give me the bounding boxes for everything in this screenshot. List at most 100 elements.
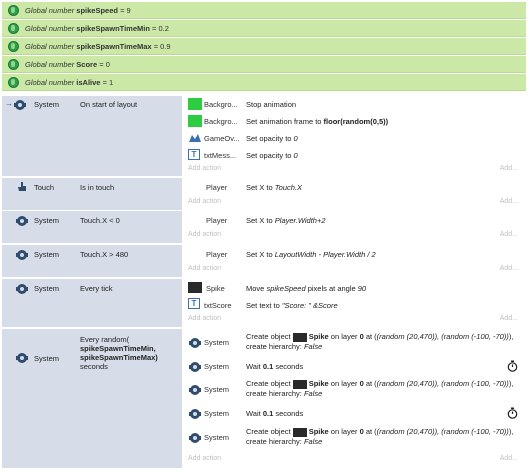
action-text: Create object Spike on layer 0 at ((rand…	[246, 332, 514, 351]
event-block-every-tick[interactable]: System Every tick Spike Move spikeSpeed …	[2, 279, 526, 327]
global-var-row[interactable]: Global number spikeSpawnTimeMin = 0.2	[2, 20, 526, 37]
action-text: Set animation frame to floor(random(0,5)…	[246, 117, 389, 126]
system-icon	[189, 362, 201, 372]
add-action-link[interactable]: Add action	[188, 231, 221, 238]
condition-object: System	[34, 100, 60, 109]
action-row[interactable]: System Create object Spike on layer 0 at…	[184, 376, 526, 403]
action-row[interactable]: Backgro... Stop animation	[184, 96, 526, 112]
sprite-icon	[188, 98, 202, 110]
globe-icon	[8, 22, 19, 34]
action-object: Backgro...	[204, 100, 238, 109]
system-icon	[16, 250, 28, 260]
action-row[interactable]: T txtScore Set text to "Score: " &Score	[184, 296, 526, 313]
action-row[interactable]: T txtMess... Set opacity to 0	[184, 147, 526, 163]
action-text: Set X to Player.Width+2	[246, 216, 326, 225]
action-text: Set X to Touch.X	[246, 183, 303, 192]
add-action-row[interactable]: Add action Add...	[184, 263, 526, 276]
action-text: Set text to "Score: " &Score	[246, 301, 338, 310]
global-var-name: isAlive	[76, 77, 101, 87]
action-row[interactable]: Spike Move spikeSpeed pixels at angle 90	[184, 279, 526, 296]
action-object: Player	[206, 216, 228, 225]
system-icon	[16, 284, 28, 294]
action-text: Create object Spike on layer 0 at ((rand…	[246, 427, 514, 446]
arrow-icon: →	[5, 99, 13, 108]
global-var-value: = 0	[99, 59, 110, 69]
global-var-row[interactable]: Global number spikeSpeed = 9	[2, 2, 526, 19]
add-link[interactable]: Add...	[500, 165, 518, 172]
condition-text: Every tick	[80, 284, 113, 293]
event-block-touch[interactable]: Touch Is in touch Player Set X to Touch.…	[2, 178, 526, 210]
timer-icon	[507, 407, 518, 419]
spike-sprite-icon	[292, 379, 307, 389]
add-link[interactable]: Add...	[500, 265, 518, 272]
global-var-value: = 0.2	[152, 23, 169, 33]
spike-sprite-icon	[188, 282, 202, 293]
global-var-row[interactable]: Global number Score = 0	[2, 56, 526, 73]
event-block-start-layout[interactable]: → System On start of layout Backgro... S…	[2, 96, 526, 176]
action-object: Backgro...	[204, 117, 238, 126]
action-row[interactable]: System Wait 0.1 seconds	[184, 358, 526, 375]
add-action-link[interactable]: Add action	[188, 198, 221, 205]
condition-object: System	[34, 284, 60, 293]
global-var-prefix: Global number	[25, 77, 75, 87]
add-action-row[interactable]: Add action Add...	[184, 163, 526, 176]
global-var-row[interactable]: Global number spikeSpawnTimeMax = 0.9	[2, 38, 526, 55]
action-object: System	[204, 409, 230, 418]
global-var-name: spikeSpawnTimeMax	[76, 41, 152, 51]
action-text: Set X to LayoutWidth - Player.Width / 2	[246, 250, 376, 259]
add-action-link[interactable]: Add action	[188, 165, 221, 172]
action-row[interactable]: Backgro... Set animation frame to floor(…	[184, 113, 526, 129]
add-action-link[interactable]: Add action	[188, 315, 221, 322]
action-text: Stop animation	[246, 100, 297, 109]
action-object: System	[204, 338, 230, 347]
globe-icon	[8, 4, 19, 16]
add-action-link[interactable]: Add action	[188, 265, 221, 272]
action-row[interactable]: Player Set X to Player.Width+2	[184, 211, 526, 228]
add-link[interactable]: Add...	[500, 231, 518, 238]
condition-text: Is in touch	[80, 183, 115, 192]
global-var-name: spikeSpawnTimeMin	[76, 23, 150, 33]
global-var-value: = 0.9	[153, 41, 171, 51]
add-action-row[interactable]: Add action Add...	[184, 453, 526, 466]
system-icon	[189, 433, 201, 443]
system-icon	[16, 216, 28, 226]
action-row[interactable]: Player Set X to LayoutWidth - Player.Wid…	[184, 245, 526, 262]
add-action-row[interactable]: Add action Add...	[184, 313, 526, 326]
add-link[interactable]: Add...	[500, 315, 518, 322]
action-object: GameOv...	[204, 134, 240, 143]
event-block-touch-right[interactable]: System Touch.X > 480 Player Set X to Lay…	[2, 245, 526, 277]
action-row[interactable]: System Create object Spike on layer 0 at…	[184, 329, 526, 356]
condition-text: Every random( spikeSpawnTimeMin, spikeSp…	[80, 335, 158, 371]
condition-object: System	[34, 354, 60, 363]
action-object: System	[204, 385, 230, 394]
action-object: txtMess...	[204, 151, 237, 160]
action-object: Spike	[206, 284, 225, 293]
condition-object: System	[34, 250, 60, 259]
condition-row[interactable]: → System On start of layout	[2, 96, 182, 113]
event-block-every-random[interactable]: System Every random( spikeSpawnTimeMin, …	[2, 329, 526, 468]
timer-icon	[507, 360, 518, 372]
add-action-link[interactable]: Add action	[188, 455, 221, 462]
global-var-value: = 9	[120, 5, 131, 15]
global-var-row[interactable]: Global number isAlive = 1	[2, 74, 526, 91]
action-row[interactable]: System Create object Spike on layer 0 at…	[184, 424, 526, 451]
action-object: txtScore	[204, 301, 232, 310]
action-row[interactable]: Player Set X to Touch.X	[184, 178, 526, 195]
globe-icon	[8, 40, 19, 52]
event-block-touch-left[interactable]: System Touch.X < 0 Player Set X to Playe…	[2, 211, 526, 243]
sprite-icon	[188, 115, 202, 127]
action-text: Create object Spike on layer 0 at ((rand…	[246, 379, 514, 398]
system-icon	[14, 100, 26, 110]
add-link[interactable]: Add...	[500, 455, 518, 462]
add-link[interactable]: Add...	[500, 198, 518, 205]
global-var-prefix: Global number	[25, 23, 75, 33]
action-object: Player	[206, 250, 228, 259]
global-var-prefix: Global number	[25, 59, 75, 69]
action-row[interactable]: System Wait 0.1 seconds	[184, 405, 526, 422]
add-action-row[interactable]: Add action Add...	[184, 196, 526, 209]
action-object: System	[204, 362, 230, 371]
action-row[interactable]: GameOv... Set opacity to 0	[184, 130, 526, 146]
condition-text: Touch.X > 480	[80, 250, 129, 259]
condition-text: Touch.X < 0	[80, 216, 120, 225]
add-action-row[interactable]: Add action Add...	[184, 229, 526, 242]
